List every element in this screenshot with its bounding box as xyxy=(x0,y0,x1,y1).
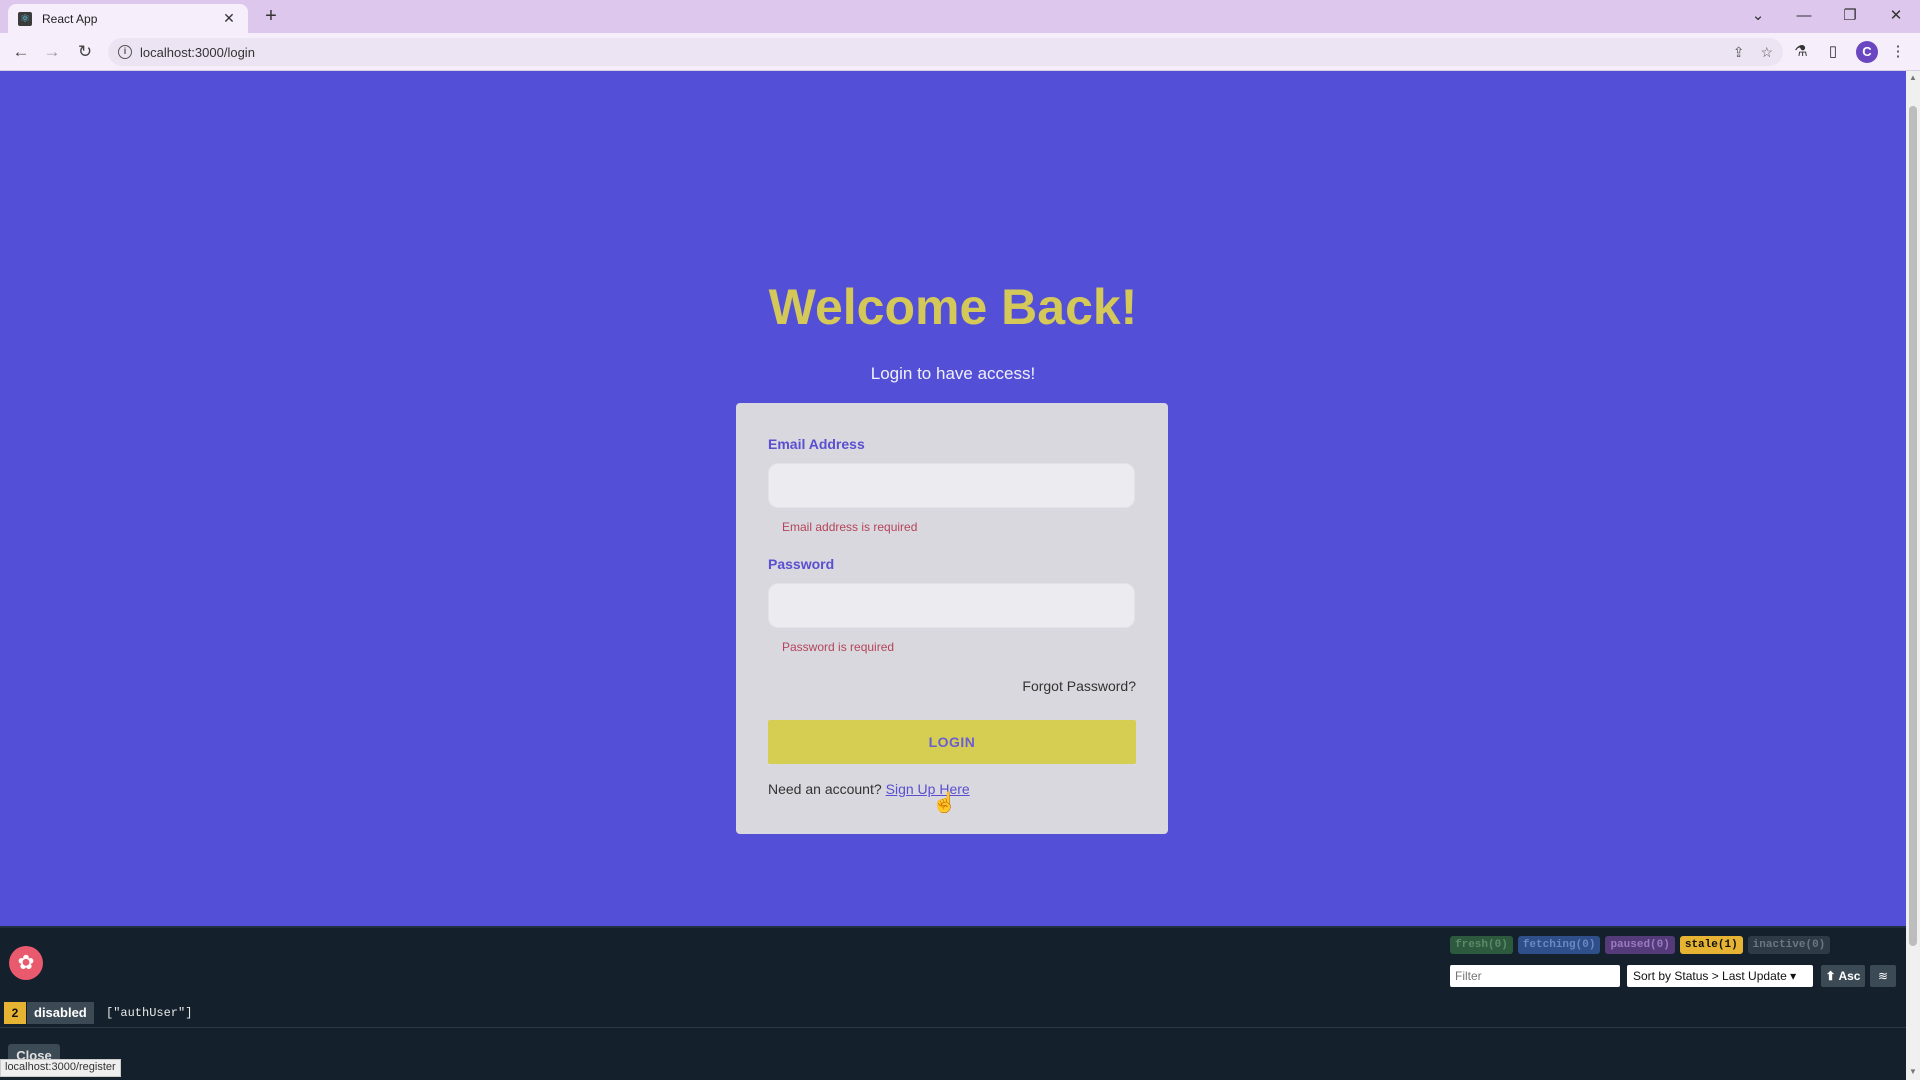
react-icon: ⚛ xyxy=(18,11,32,26)
back-icon[interactable]: ← xyxy=(9,40,33,64)
extension-icon[interactable]: ⚗ xyxy=(1790,42,1812,60)
hand-pointer-icon: ☝ xyxy=(932,792,957,814)
restore-icon[interactable]: ❐ xyxy=(1830,2,1870,30)
react-query-devtools: ✿ fresh(0) fetching(0) paused(0) stale(1) in… xyxy=(0,926,1906,1080)
browser-toolbar: ← → ↻ i localhost:3000/login ⇪ ☆ ⚗ ▯ C ⋮ xyxy=(0,33,1920,71)
password-error: Password is required xyxy=(782,640,895,654)
tab-search-icon[interactable]: ⌄ xyxy=(1738,2,1778,30)
email-label: Email Address xyxy=(768,436,865,452)
page-subtitle: Login to have access! xyxy=(870,364,1036,383)
query-row[interactable]: 2 disabled ["authUser"] xyxy=(0,998,1906,1028)
share-icon[interactable]: ⇪ xyxy=(1733,44,1745,61)
signup-prompt-text: Need an account? xyxy=(768,781,882,797)
query-status-badges: fresh(0) fetching(0) paused(0) stale(1) inac… xyxy=(1450,936,1831,954)
close-window-icon[interactable]: ✕ xyxy=(1876,2,1916,30)
observer-count: 2 xyxy=(4,1002,26,1024)
status-badge: stale(1) xyxy=(1679,936,1743,954)
sort-asc-button[interactable]: ⬆ Asc xyxy=(1821,965,1865,987)
email-error: Email address is required xyxy=(782,520,918,534)
address-bar[interactable]: i localhost:3000/login ⇪ ☆ xyxy=(108,38,1783,66)
email-field[interactable] xyxy=(768,463,1135,508)
query-state-badge: disabled xyxy=(27,1002,94,1024)
sort-select-label: Sort by Status > Last Update xyxy=(1633,969,1787,983)
bookmark-star-icon[interactable]: ☆ xyxy=(1760,44,1773,61)
page-title: Welcome Back! xyxy=(768,279,1138,335)
forward-icon[interactable]: → xyxy=(40,40,64,64)
password-label: Password xyxy=(768,556,835,572)
scroll-down-icon[interactable]: ▼ xyxy=(1906,1067,1920,1076)
login-button[interactable]: LOGIN xyxy=(768,720,1136,764)
password-field[interactable] xyxy=(768,583,1135,628)
new-tab-icon[interactable]: + xyxy=(259,5,283,28)
close-tab-icon[interactable]: ✕ xyxy=(220,10,238,27)
login-card: Email Address Email address is required … xyxy=(736,403,1168,834)
minimize-icon[interactable]: — xyxy=(1784,2,1824,30)
address-url[interactable]: localhost:3000/login xyxy=(140,45,1717,60)
react-query-logo-icon[interactable]: ✿ xyxy=(9,946,43,980)
query-key: ["authUser"] xyxy=(106,1006,193,1020)
sort-select[interactable]: Sort by Status > Last Update ▾ xyxy=(1627,965,1813,987)
filter-input[interactable] xyxy=(1450,965,1620,987)
status-badge: fresh(0) xyxy=(1450,936,1513,954)
side-panel-icon[interactable]: ▯ xyxy=(1822,42,1844,60)
reload-icon[interactable]: ↻ xyxy=(73,40,97,64)
status-badge: paused(0) xyxy=(1605,936,1675,954)
scroll-up-icon[interactable]: ▲ xyxy=(1906,73,1920,82)
tab-strip: ⚛ React App ✕ + ⌄ — ❐ ✕ xyxy=(0,0,1920,33)
browser-tab[interactable]: ⚛ React App ✕ xyxy=(8,4,248,33)
tab-title: React App xyxy=(42,11,98,26)
menu-kebab-icon[interactable]: ⋮ xyxy=(1887,42,1909,60)
page-scrollbar[interactable]: ▲ ▼ xyxy=(1906,71,1920,1080)
wifi-icon[interactable]: ≋ xyxy=(1870,965,1896,987)
site-info-icon[interactable]: i xyxy=(118,45,132,59)
status-badge: inactive(0) xyxy=(1747,936,1831,954)
profile-avatar[interactable]: C xyxy=(1856,41,1878,63)
scroll-thumb[interactable] xyxy=(1909,106,1917,946)
status-badge: fetching(0) xyxy=(1517,936,1601,954)
link-status-bar: localhost:3000/register xyxy=(0,1059,121,1077)
forgot-password-link[interactable]: Forgot Password? xyxy=(1022,678,1136,694)
signup-link[interactable]: Sign Up Here xyxy=(886,781,970,797)
chevron-down-icon: ▾ xyxy=(1790,969,1797,983)
